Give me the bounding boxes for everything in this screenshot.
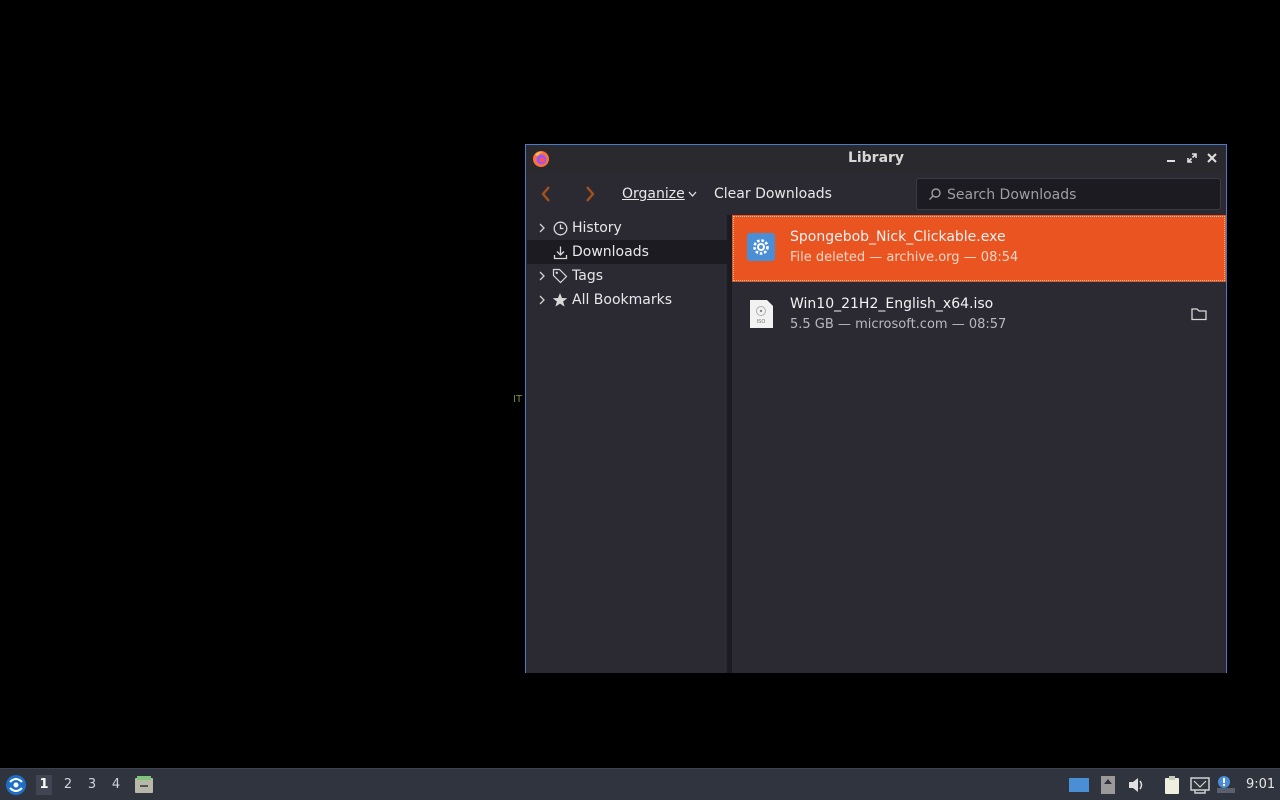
display-icon[interactable] [1068, 775, 1090, 795]
desktop-stray-text: IT [513, 394, 523, 405]
search-input[interactable] [945, 179, 1209, 211]
download-filename: Win10_21H2_English_x64.iso [790, 296, 994, 312]
tag-icon [552, 268, 568, 284]
library-window: Library Organize Clear Downloads Search … [525, 144, 1227, 673]
organize-menu-button[interactable]: Organize [622, 186, 697, 202]
download-status: File deleted — archive.org — 08:54 [790, 250, 1019, 265]
sidebar-item-tags[interactable]: Tags [527, 264, 727, 288]
clock-icon [552, 220, 568, 236]
exe-gear-icon [747, 233, 775, 261]
notes-icon[interactable] [1098, 775, 1118, 795]
sidebar-item-downloads[interactable]: Downloads [527, 240, 727, 264]
start-menu-icon[interactable] [4, 773, 28, 797]
sidebar-item-all-bookmarks[interactable]: All Bookmarks [527, 288, 727, 312]
title-bar[interactable]: Library [526, 145, 1226, 173]
library-sidebar: History Downloads Tags All Bookmarks [526, 215, 727, 673]
download-status: 5.5 GB — microsoft.com — 08:57 [790, 317, 1007, 332]
sidebar-item-label: Downloads [572, 244, 649, 260]
close-button[interactable] [1205, 151, 1219, 165]
library-toolbar: Organize Clear Downloads [526, 173, 1226, 215]
network-icon[interactable] [1190, 775, 1210, 795]
back-button[interactable] [535, 183, 557, 205]
sidebar-item-label: Tags [572, 268, 603, 284]
download-filename: Spongebob_Nick_Clickable.exe [790, 229, 1006, 245]
clock[interactable]: 9:01 [1246, 777, 1275, 792]
close-icon [1207, 153, 1217, 163]
workspace-4[interactable]: 4 [108, 775, 124, 795]
chevron-left-icon [541, 186, 550, 202]
search-icon [929, 188, 941, 200]
notification-icon[interactable] [1216, 775, 1236, 795]
sidebar-item-label: All Bookmarks [572, 292, 673, 308]
workspace-3[interactable]: 3 [84, 775, 100, 795]
maximize-icon [1187, 153, 1197, 163]
volume-icon[interactable] [1126, 775, 1146, 795]
sidebar-item-history[interactable]: History [527, 216, 727, 240]
download-icon [552, 244, 568, 260]
file-manager-icon[interactable] [134, 775, 154, 795]
folder-icon[interactable] [1190, 306, 1208, 322]
maximize-button[interactable] [1185, 151, 1199, 165]
workspace-2[interactable]: 2 [60, 775, 76, 795]
chevron-down-icon [688, 191, 697, 197]
svg-text:ISO: ISO [757, 319, 766, 325]
sidebar-item-label: History [572, 220, 622, 236]
workspace-1[interactable]: 1 [36, 775, 52, 795]
minimize-button[interactable] [1164, 151, 1178, 165]
taskbar: 1 2 3 4 9:01 [0, 768, 1280, 800]
expand-chevron-icon[interactable] [534, 220, 550, 236]
download-item[interactable]: Spongebob_Nick_Clickable.exe File delete… [732, 215, 1226, 282]
organize-label: Organize [622, 186, 685, 202]
search-box[interactable] [916, 178, 1221, 211]
expand-chevron-icon[interactable] [534, 268, 550, 284]
downloads-list: Spongebob_Nick_Clickable.exe File delete… [732, 215, 1226, 673]
iso-file-icon: ISO [750, 300, 773, 328]
forward-button[interactable] [579, 183, 601, 205]
expand-chevron-icon[interactable] [534, 292, 550, 308]
clipboard-icon[interactable] [1162, 775, 1182, 795]
chevron-right-icon [586, 186, 595, 202]
window-title: Library [847, 150, 905, 166]
minimize-icon [1167, 160, 1175, 162]
download-item[interactable]: ISO Win10_21H2_English_x64.iso 5.5 GB — … [732, 282, 1226, 349]
clear-downloads-button[interactable]: Clear Downloads [714, 186, 832, 202]
star-icon [552, 292, 568, 308]
